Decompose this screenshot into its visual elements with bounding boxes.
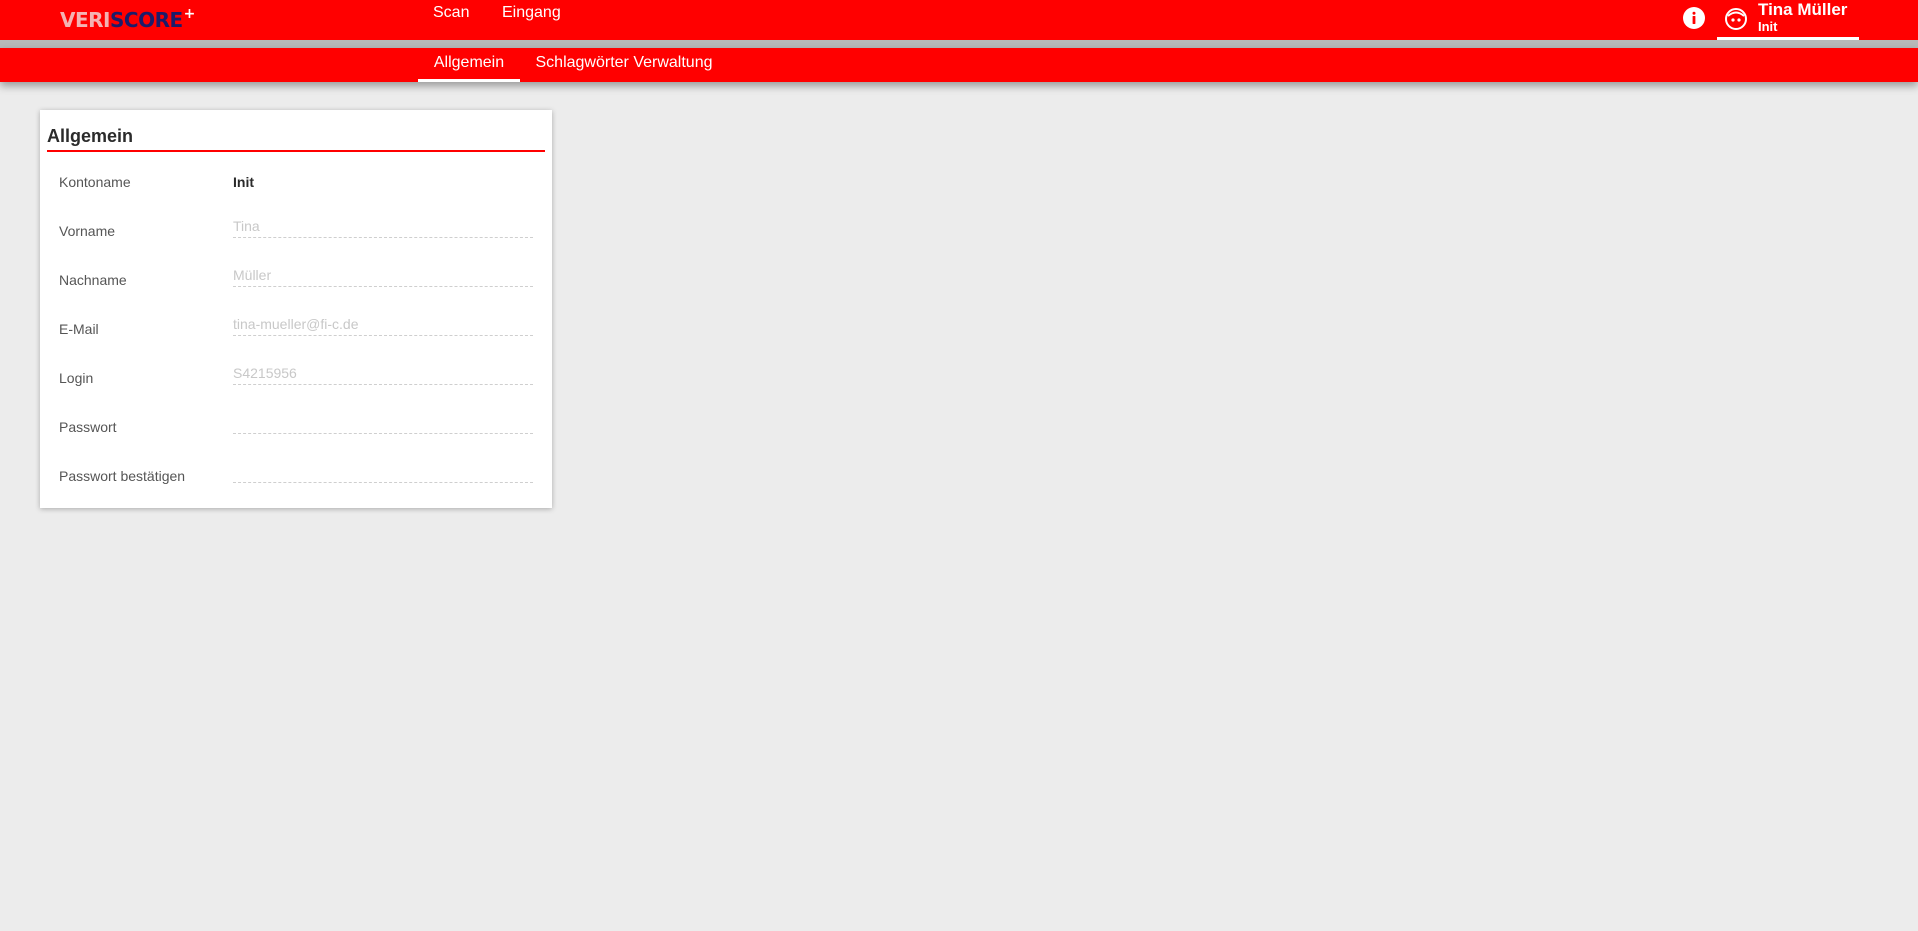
user-account: Init xyxy=(1758,19,1778,34)
passwort-label: Passwort xyxy=(59,419,117,435)
info-icon[interactable] xyxy=(1683,7,1705,29)
nachname-field[interactable] xyxy=(233,263,533,287)
nav-item-eingang[interactable]: Eingang xyxy=(502,4,561,22)
tab-schlagwoerter-verwaltung[interactable]: Schlagwörter Verwaltung xyxy=(528,48,720,82)
allgemein-card: Allgemein Kontoname Init Vorname Nachnam… xyxy=(40,110,552,508)
email-field[interactable] xyxy=(233,312,533,336)
vorname-label: Vorname xyxy=(59,223,116,239)
kontoname-label: Kontoname xyxy=(59,174,131,190)
nav-item-scan[interactable]: Scan xyxy=(433,4,469,22)
card-title-underline xyxy=(47,150,545,152)
user-menu[interactable]: Tina Müller Init xyxy=(1717,0,1859,40)
tab-allgemein[interactable]: Allgemein xyxy=(418,48,520,82)
login-label: Login xyxy=(59,370,94,386)
login-field[interactable] xyxy=(233,361,533,385)
header-separator xyxy=(0,40,1918,48)
kontoname-value: Init xyxy=(233,174,254,190)
vorname-field[interactable] xyxy=(233,214,533,238)
logo-plus: + xyxy=(183,6,196,22)
email-label: E-Mail xyxy=(59,321,99,337)
passwort-bestaetigen-label: Passwort bestätigen xyxy=(59,468,186,484)
user-name: Tina Müller xyxy=(1758,0,1848,19)
veriscore-logo[interactable]: VERISCORE+ xyxy=(60,6,196,35)
top-navigation-bar: VERISCORE+ Scan Eingang Tina Müller Init xyxy=(0,0,1918,40)
passwort-field[interactable] xyxy=(233,410,533,434)
logo-text-veri: VERI xyxy=(60,8,110,32)
card-title: Allgemein xyxy=(47,126,134,146)
passwort-bestaetigen-field[interactable] xyxy=(233,459,533,483)
nachname-label: Nachname xyxy=(59,272,127,288)
logo-text-score: SCORE xyxy=(109,8,183,32)
user-avatar-icon xyxy=(1725,8,1747,30)
sub-navigation-bar: Allgemein Schlagwörter Verwaltung xyxy=(0,48,1918,82)
